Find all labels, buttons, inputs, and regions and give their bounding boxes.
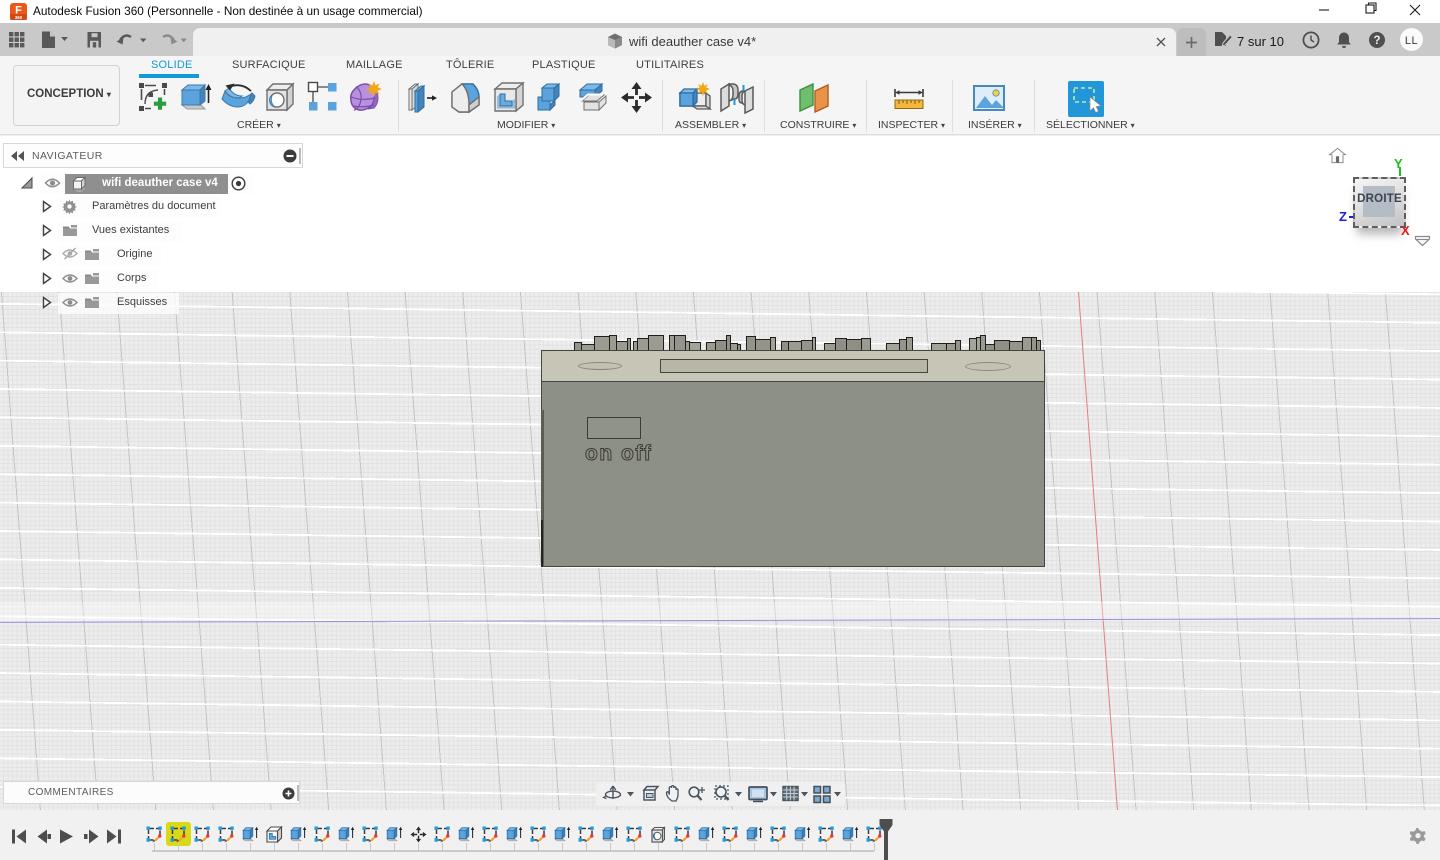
svg-text:360: 360 — [15, 15, 23, 20]
svg-text:?: ? — [1373, 35, 1380, 47]
